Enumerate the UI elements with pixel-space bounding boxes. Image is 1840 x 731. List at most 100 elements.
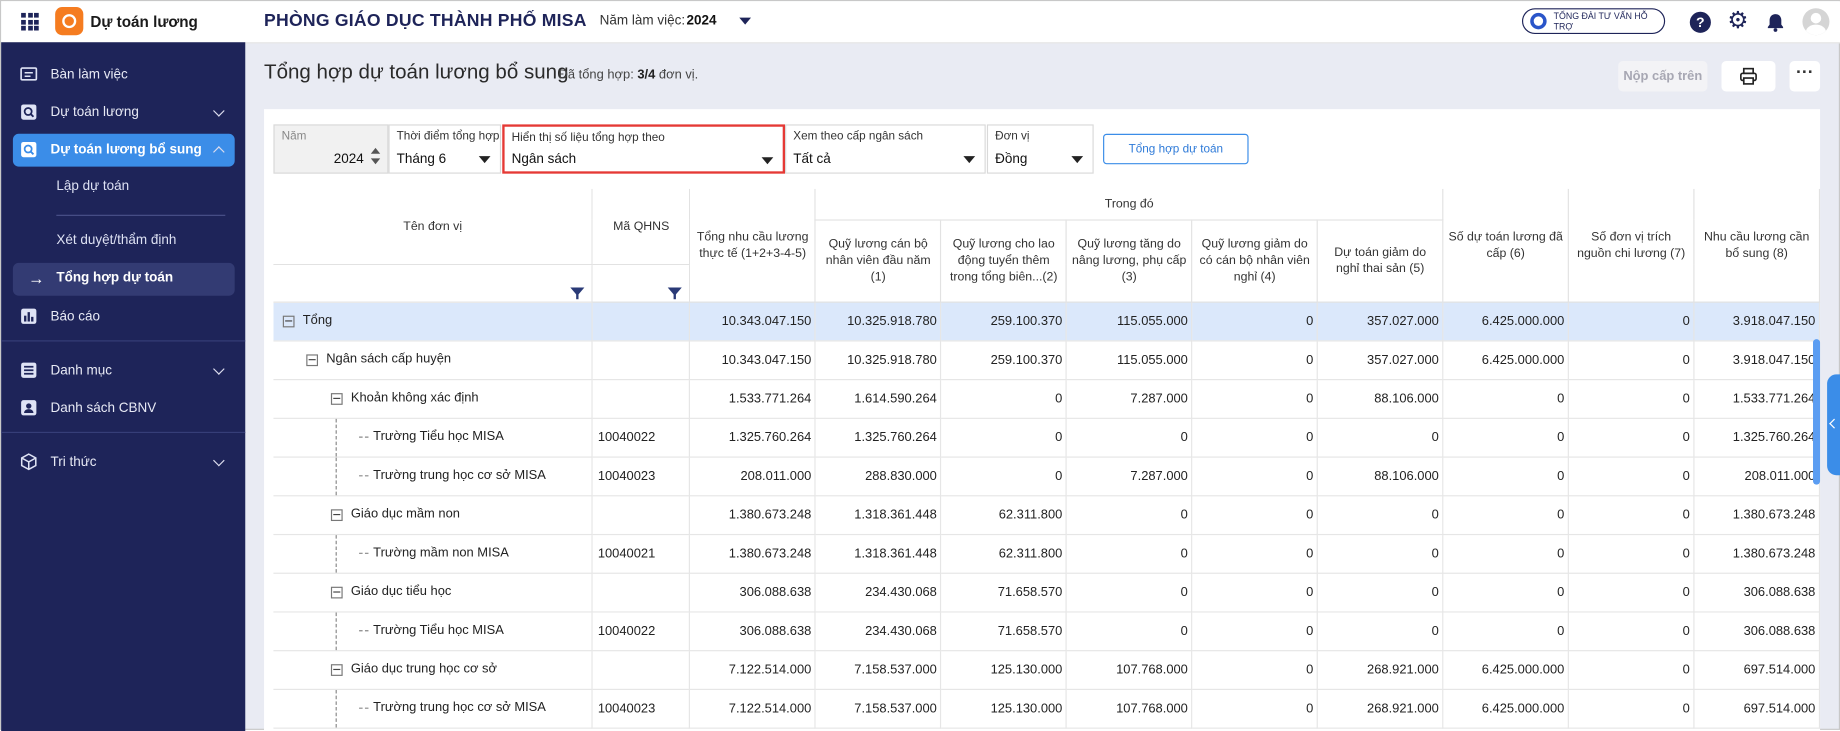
cell-c3: 0 [1066, 533, 1193, 574]
sidebar-item-staff-list[interactable]: Danh sách CBNV [13, 392, 235, 425]
app-root: Dự toán lương PHÒNG GIÁO DỤC THÀNH PHỐ M… [0, 0, 1840, 731]
sidebar-subitem-create-estimate[interactable]: Lập dự toán [13, 171, 235, 204]
collapse-toggle-icon[interactable] [306, 353, 319, 366]
cell-total: 1.380.673.248 [689, 533, 817, 574]
collapse-toggle-icon[interactable] [282, 315, 295, 327]
cell-c3: 7.287.000 [1066, 379, 1193, 419]
cell-total: 208.011.000 [689, 456, 817, 496]
collapse-toggle-icon[interactable] [330, 392, 343, 405]
app-grid-icon[interactable] [21, 12, 39, 31]
unit-name-text: Ngân sách cấp huyện [326, 352, 452, 367]
display-by-select[interactable]: Hiển thị số liệu tổng hợp theo Ngân sách [502, 124, 786, 174]
cell-c3: 107.768.000 [1066, 688, 1193, 729]
cell-c5: 0 [1317, 533, 1444, 574]
sidebar-item-knowledge[interactable]: Tri thức [13, 446, 235, 479]
tree-line [335, 534, 337, 573]
aggregate-time-select[interactable]: Thời điểm tổng hợp Tháng 6 [388, 124, 502, 174]
cell-c2: 62.311.800 [940, 495, 1068, 535]
cell-c1: 1.614.590.264 [815, 379, 942, 419]
sidebar-item-reports[interactable]: Báo cáo [13, 300, 235, 333]
collapse-toggle-icon[interactable] [330, 508, 343, 521]
vertical-scrollbar[interactable] [1813, 339, 1821, 485]
caret-down-icon [1071, 156, 1084, 164]
spinner-icon[interactable] [370, 147, 381, 167]
year-dropdown-icon[interactable] [739, 17, 752, 25]
cell-c3: 0 [1066, 495, 1193, 535]
cell-c8: 3.918.047.150 [1693, 301, 1821, 341]
cell-c6: 0 [1442, 611, 1570, 651]
cell-c8: 208.011.000 [1693, 456, 1821, 496]
cell-c5: 0 [1317, 417, 1444, 458]
cell-c5: 88.106.000 [1317, 456, 1444, 496]
cell-c7: 0 [1568, 611, 1695, 651]
table-row[interactable]: Giáo dục mầm non 1.380.673.248 1.318.361.4… [273, 495, 1821, 535]
sidebar-item-salary-estimate[interactable]: Dự toán lương [13, 96, 235, 129]
unit-name-text: Trường mầm non MISA [373, 546, 509, 561]
desk-icon [20, 67, 38, 81]
cell-unit-name: Trường trung học cơ sở MISA [273, 688, 594, 729]
more-actions-button[interactable]: ··· [1789, 61, 1821, 92]
print-button[interactable] [1721, 61, 1776, 92]
header-col1: Quỹ lương cán bộ nhân viên đầu năm (1) [815, 219, 942, 303]
unit-name-filter-cell[interactable] [273, 264, 594, 303]
cell-c5: 88.106.000 [1317, 379, 1444, 419]
table-row[interactable]: Trường trung học cơ sở MISA 10040023 208.0… [273, 456, 1821, 496]
unit-name-text: Tổng [302, 313, 333, 329]
sidebar-item-dashboard[interactable]: Bàn làm việc [13, 59, 235, 92]
budget-level-select[interactable]: Xem theo cấp ngân sách Tất cả [785, 124, 986, 174]
avatar[interactable] [1802, 8, 1830, 36]
table-row[interactable]: Trường trung học cơ sở MISA 10040023 7.122… [273, 688, 1821, 729]
aggregate-estimate-button[interactable]: Tổng hợp dự toán [1103, 133, 1249, 165]
cell-c3: 115.055.000 [1066, 340, 1193, 380]
cell-c2: 0 [940, 417, 1068, 458]
table-row[interactable]: Ngân sách cấp huyện 10.343.047.150 10.325.… [273, 340, 1821, 380]
sidebar-item-label: Danh sách CBNV [50, 401, 157, 416]
cell-code [592, 340, 691, 380]
tree-branch [359, 552, 369, 554]
aggregate-time-value: Tháng 6 [396, 152, 447, 167]
cell-unit-name: Trường Tiểu học MISA [273, 611, 594, 651]
sidebar-item-supplementary-salary[interactable]: Dự toán lương bổ sung [12, 133, 235, 167]
filter-icon[interactable] [668, 286, 683, 299]
table-row[interactable]: Trường Tiểu học MISA 10040022 306.088.638 2… [273, 611, 1821, 651]
header-group: Trong đó [815, 188, 1444, 221]
cell-code: 10040023 [592, 456, 691, 496]
year-filter-value[interactable]: 2024 [334, 153, 364, 167]
collapse-toggle-icon[interactable] [330, 586, 343, 598]
support-hotline-button[interactable]: TỔNG ĐÀI TƯ VẤN HỖ TRỢ [1521, 8, 1666, 35]
sidebar-subitem-aggregate[interactable]: → Tổng hợp dự toán [12, 262, 235, 296]
currency-unit-select[interactable]: Đơn vị Đồng [986, 124, 1094, 174]
collapse-panel-tab[interactable] [1827, 374, 1840, 476]
printer-icon [1740, 67, 1757, 85]
cell-c6: 6.425.000.000 [1442, 650, 1570, 690]
chevron-down-icon [213, 105, 225, 117]
bell-icon[interactable] [1765, 12, 1786, 33]
sidebar-item-catalog[interactable]: Danh mục [13, 354, 235, 387]
cell-unit-name: Trường Tiểu học MISA [273, 417, 594, 458]
sidebar-subitem-review[interactable]: Xét duyệt/thẩm định [13, 225, 235, 258]
year-filter[interactable]: Năm 2024 [273, 124, 389, 174]
table-row[interactable]: Trường Tiểu học MISA 10040022 1.325.760.26… [273, 417, 1821, 458]
table-row[interactable]: Trường mầm non MISA 10040021 1.380.673.248… [273, 533, 1821, 574]
cell-c4: 0 [1191, 533, 1319, 574]
filter-icon[interactable] [570, 286, 585, 299]
sidebar-divider [56, 214, 226, 216]
chevron-down-icon [213, 454, 225, 467]
cell-total: 10.343.047.150 [689, 340, 817, 380]
submit-to-superior-button[interactable]: Nộp cấp trên [1618, 61, 1708, 92]
cell-c1: 234.430.068 [815, 611, 942, 651]
phone-icon [1530, 12, 1547, 30]
main-panel: Năm 2024 Thời điểm tổng hợp Tháng 6 Hiển… [264, 109, 1821, 731]
cell-c6: 6.425.000.000 [1442, 301, 1570, 341]
collapse-toggle-icon[interactable] [330, 663, 343, 676]
table-row[interactable]: Khoản không xác định 1.533.771.264 1.614.5… [273, 379, 1821, 419]
table-row[interactable]: Giáo dục trung học cơ sở 7.122.514.000 7.1… [273, 650, 1821, 690]
working-year-value[interactable]: 2024 [686, 14, 716, 28]
code-filter-cell[interactable] [592, 264, 691, 303]
table-row[interactable]: Giáo dục tiểu học 306.088.638 234.430.068 7… [273, 572, 1821, 612]
table-row-total[interactable]: Tổng 10.343.047.150 10.325.918.780 259.100.… [273, 301, 1821, 341]
help-icon[interactable]: ? [1689, 11, 1711, 33]
gear-icon[interactable]: ⚙ [1727, 9, 1748, 33]
cell-c1: 7.158.537.000 [815, 650, 942, 690]
unit-name-text: Giáo dục trung học cơ sở [350, 662, 497, 677]
